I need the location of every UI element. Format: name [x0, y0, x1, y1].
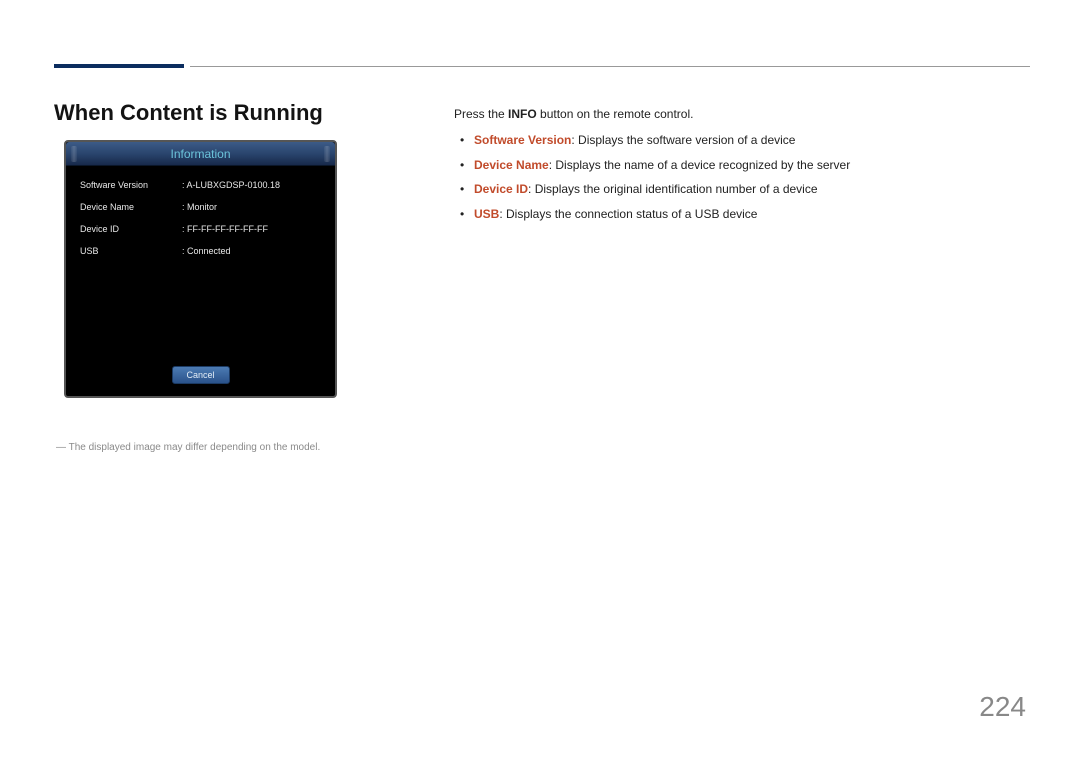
page-number: 224 — [979, 691, 1026, 723]
bullet-list: Software Version: Displays the software … — [454, 130, 1020, 224]
intro-bold: INFO — [508, 107, 537, 121]
intro-pre: Press the — [454, 107, 508, 121]
header-divider — [190, 66, 1030, 67]
left-column: When Content is Running Information Soft… — [54, 100, 434, 453]
right-column: Press the INFO button on the remote cont… — [454, 104, 1020, 228]
bullet-desc: : Displays the name of a device recogniz… — [549, 158, 851, 172]
bullet-desc: : Displays the original identification n… — [528, 182, 818, 196]
info-row-software-version: Software Version : A-LUBXGDSP-0100.18 — [80, 180, 321, 190]
header-accent-bar — [54, 64, 184, 68]
intro-post: button on the remote control. — [537, 107, 694, 121]
bullet-usb: USB: Displays the connection status of a… — [474, 204, 1020, 224]
bullet-term: Device ID — [474, 182, 528, 196]
bullet-desc: : Displays the software version of a dev… — [571, 133, 795, 147]
bullet-desc: : Displays the connection status of a US… — [499, 207, 757, 221]
footnote: ― The displayed image may differ dependi… — [56, 442, 434, 453]
bullet-term: Device Name — [474, 158, 549, 172]
information-dialog: Information Software Version : A-LUBXGDS… — [64, 140, 337, 398]
intro-text: Press the INFO button on the remote cont… — [454, 104, 1020, 124]
info-row-usb: USB : Connected — [80, 246, 321, 256]
info-label: Device ID — [80, 224, 182, 234]
bullet-device-id: Device ID: Displays the original identif… — [474, 179, 1020, 199]
dialog-titlebar: Information — [66, 142, 335, 166]
section-heading: When Content is Running — [54, 100, 434, 126]
cancel-button[interactable]: Cancel — [172, 366, 230, 384]
bullet-software-version: Software Version: Displays the software … — [474, 130, 1020, 150]
bullet-device-name: Device Name: Displays the name of a devi… — [474, 155, 1020, 175]
dialog-title: Information — [170, 147, 230, 161]
info-label: USB — [80, 246, 182, 256]
bullet-term: USB — [474, 207, 499, 221]
info-row-device-id: Device ID : FF-FF-FF-FF-FF-FF — [80, 224, 321, 234]
info-value: : Connected — [182, 246, 321, 256]
dialog-body: Software Version : A-LUBXGDSP-0100.18 De… — [66, 166, 335, 256]
info-row-device-name: Device Name : Monitor — [80, 202, 321, 212]
info-value: : A-LUBXGDSP-0100.18 — [182, 180, 321, 190]
info-value: : FF-FF-FF-FF-FF-FF — [182, 224, 321, 234]
info-label: Device Name — [80, 202, 182, 212]
info-label: Software Version — [80, 180, 182, 190]
info-value: : Monitor — [182, 202, 321, 212]
bullet-term: Software Version — [474, 133, 571, 147]
